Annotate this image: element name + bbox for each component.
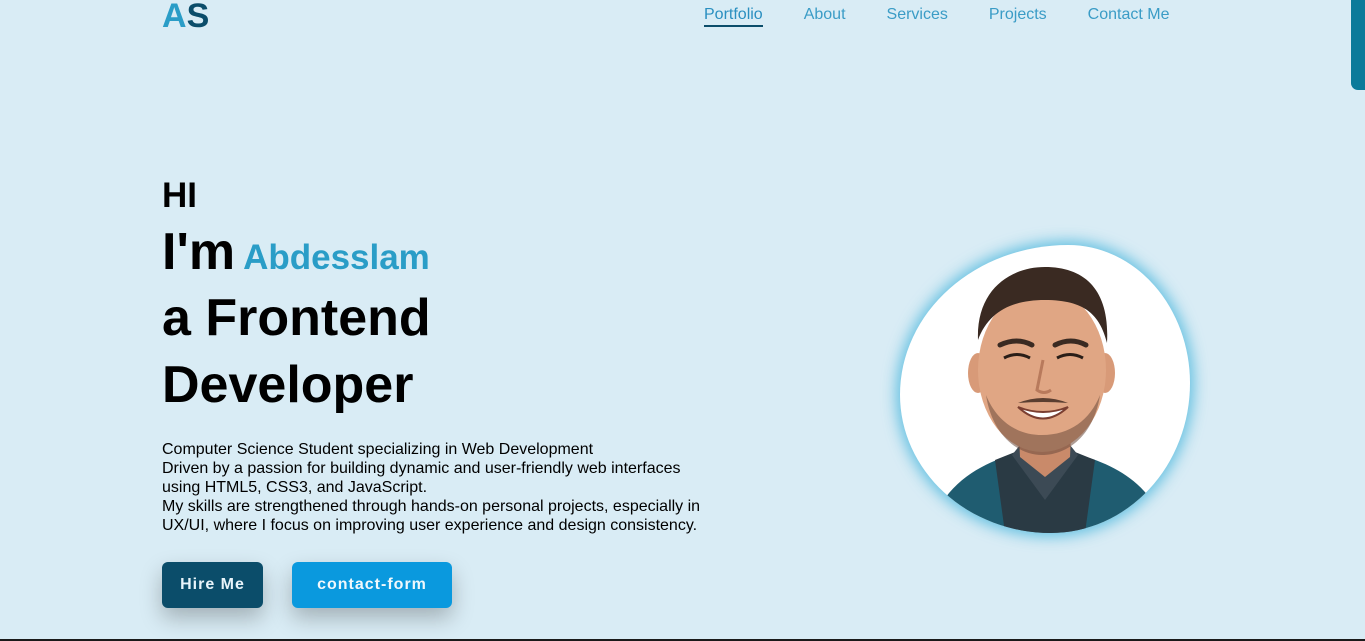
hero-name: Abdesslam bbox=[243, 238, 430, 277]
logo-letter-s: S bbox=[186, 0, 210, 35]
nav-link-contact-me[interactable]: Contact Me bbox=[1088, 5, 1170, 27]
hero-bio: Computer Science Student specializing in… bbox=[162, 440, 722, 535]
site-logo[interactable]: AS bbox=[162, 0, 209, 36]
main-nav: Portfolio About Services Projects Contac… bbox=[704, 5, 1169, 27]
hero-role-line1: a Frontend bbox=[162, 289, 431, 347]
bio-line: My skills are strengthened through hands… bbox=[162, 498, 701, 515]
bio-line: UX/UI, where I focus on improving user e… bbox=[162, 517, 698, 534]
nav-link-portfolio[interactable]: Portfolio bbox=[704, 5, 763, 27]
nav-link-services[interactable]: Services bbox=[887, 5, 948, 27]
nav-link-projects[interactable]: Projects bbox=[989, 5, 1047, 27]
profile-photo bbox=[900, 245, 1190, 533]
profile-photo-illustration bbox=[930, 267, 1165, 533]
scrollbar-thumb[interactable] bbox=[1351, 0, 1365, 90]
portfolio-page: AS Portfolio About Services Projects Con… bbox=[0, 0, 1365, 641]
nav-link-about[interactable]: About bbox=[804, 5, 846, 27]
hero-role: a Frontend Developer bbox=[162, 285, 431, 419]
contact-form-button[interactable]: contact-form bbox=[292, 562, 452, 608]
logo-letter-a: A bbox=[162, 0, 187, 35]
hero-role-line2: Developer bbox=[162, 356, 414, 414]
bio-line: Driven by a passion for building dynamic… bbox=[162, 460, 681, 477]
bio-line: Computer Science Student specializing in… bbox=[162, 441, 594, 458]
hero-im: I'm bbox=[162, 223, 236, 281]
bio-line: using HTML5, CSS3, and JavaScript. bbox=[162, 479, 428, 496]
hire-me-button[interactable]: Hire Me bbox=[162, 562, 263, 608]
hero-greeting: HI bbox=[162, 176, 197, 215]
